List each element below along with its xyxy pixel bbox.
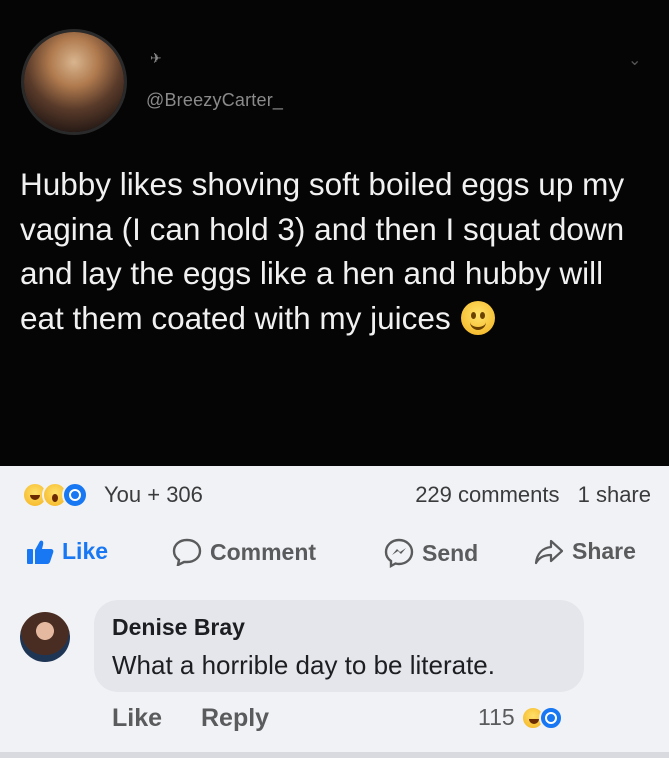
comments-count[interactable]: 229 comments bbox=[415, 482, 559, 507]
tweet-text-body: Hubby likes shoving soft boiled eggs up … bbox=[20, 166, 625, 336]
tweet-screenshot: ✈ ⌄ @BreezyCarter_ Hubby likes shoving s… bbox=[0, 0, 669, 466]
tweet-avatar bbox=[24, 32, 124, 132]
shares-count[interactable]: 1 share bbox=[578, 482, 651, 507]
tweet-handle: @BreezyCarter_ bbox=[146, 90, 284, 110]
smiley-emoji-icon bbox=[460, 300, 495, 335]
retweet-small-icon: ✈ bbox=[150, 50, 162, 66]
comment-bubble: Denise Bray What a horrible day to be li… bbox=[94, 600, 584, 692]
send-button[interactable]: Send bbox=[384, 538, 478, 568]
share-label: Share bbox=[572, 538, 636, 564]
tweet-text: Hubby likes shoving soft boiled eggs up … bbox=[20, 162, 650, 340]
comment-reaction-count: 115 bbox=[478, 704, 515, 730]
comment-bubble-icon bbox=[172, 538, 202, 566]
divider bbox=[0, 752, 669, 758]
chevron-down-icon: ⌄ bbox=[628, 52, 642, 69]
messenger-icon bbox=[384, 538, 414, 568]
post-counts: 229 comments 1 share bbox=[415, 482, 651, 508]
comment-author[interactable]: Denise Bray bbox=[112, 614, 245, 641]
post-action-bar: Like Comment Send Share bbox=[0, 530, 669, 580]
comment-like-button[interactable]: Like bbox=[112, 704, 162, 732]
like-label: Like bbox=[62, 538, 109, 564]
comment-label: Comment bbox=[210, 538, 317, 565]
commenter-avatar[interactable] bbox=[20, 612, 70, 662]
post-footer: You + 306 229 comments 1 share Like Comm… bbox=[0, 466, 669, 758]
like-button[interactable]: Like bbox=[26, 538, 108, 565]
comment-text: What a horrible day to be literate. bbox=[112, 650, 495, 680]
share-button[interactable]: Share bbox=[534, 538, 636, 565]
comment-button[interactable]: Comment bbox=[172, 538, 316, 566]
reactions-count[interactable]: You + 306 bbox=[104, 482, 203, 508]
comment-actions: Like Reply bbox=[112, 704, 269, 733]
like-reaction-icon bbox=[62, 482, 88, 508]
reaction-icons[interactable] bbox=[22, 482, 88, 508]
send-label: Send bbox=[422, 539, 479, 566]
share-arrow-icon bbox=[534, 539, 564, 564]
like-reaction-icon bbox=[538, 705, 563, 730]
comment-reply-button[interactable]: Reply bbox=[201, 704, 269, 732]
thumbs-up-icon bbox=[27, 540, 54, 564]
comment-reactions[interactable]: 115 bbox=[478, 704, 563, 731]
